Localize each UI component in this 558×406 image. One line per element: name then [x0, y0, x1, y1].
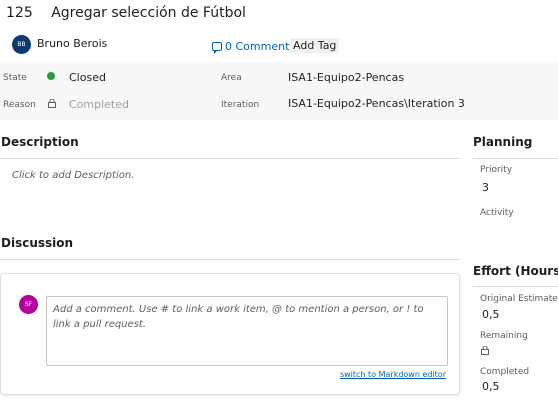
description-heading: Description [1, 135, 79, 149]
activity-label: Activity [480, 208, 514, 218]
effort-heading: Effort (Hours) [473, 264, 558, 278]
completed-label: Completed [480, 367, 530, 377]
work-item-header: 125 Agregar selección de Fútbol [6, 5, 246, 25]
switch-markdown-link[interactable]: switch to Markdown editor [340, 370, 446, 379]
priority-label: Priority [480, 165, 513, 175]
state-value[interactable]: Closed [69, 71, 106, 84]
discussion-divider [0, 259, 461, 260]
author-avatar[interactable]: BB [12, 35, 31, 54]
original-estimate-value[interactable]: 0,5 [482, 308, 500, 321]
work-item-meta-row: BB Bruno Berois 0 Comments Add Tag [12, 34, 552, 54]
area-label: Area [221, 73, 242, 83]
iteration-label: Iteration [221, 100, 260, 110]
work-item-title[interactable]: Agregar selección de Fútbol [51, 5, 246, 21]
area-value[interactable]: ISA1-Equipo2-Pencas [288, 71, 404, 84]
remaining-lock-icon [481, 346, 489, 355]
comments-count-label: 0 Comments [225, 40, 296, 53]
lock-icon [48, 99, 56, 108]
planning-heading: Planning [473, 135, 533, 149]
discussion-heading: Discussion [1, 236, 74, 250]
description-divider [0, 158, 461, 159]
reason-value: Completed [69, 98, 129, 111]
effort-divider [473, 286, 558, 287]
state-status-dot [47, 72, 55, 80]
fields-panel: State Closed Reason Completed Area ISA1-… [0, 62, 558, 120]
discussion-card: SF Add a comment. Use # to link a work i… [0, 273, 460, 395]
reason-label: Reason [3, 100, 36, 110]
author-name[interactable]: Bruno Berois [37, 37, 107, 50]
work-item-id: 125 [6, 5, 33, 21]
commenter-avatar: SF [19, 295, 38, 314]
description-field[interactable]: Click to add Description. [12, 170, 134, 181]
original-estimate-label: Original Estimate [480, 294, 558, 304]
comments-link[interactable]: 0 Comments [212, 40, 296, 54]
add-tag-button[interactable]: Add Tag [290, 38, 340, 53]
completed-value[interactable]: 0,5 [482, 380, 500, 393]
priority-value[interactable]: 3 [482, 181, 489, 194]
remaining-label: Remaining [480, 331, 528, 341]
state-label: State [3, 73, 27, 83]
comment-input[interactable]: Add a comment. Use # to link a work item… [46, 296, 448, 366]
planning-divider [473, 158, 558, 159]
comment-icon [212, 42, 222, 54]
iteration-value[interactable]: ISA1-Equipo2-Pencas\Iteration 3 [288, 97, 465, 110]
activity-value[interactable] [480, 221, 558, 235]
